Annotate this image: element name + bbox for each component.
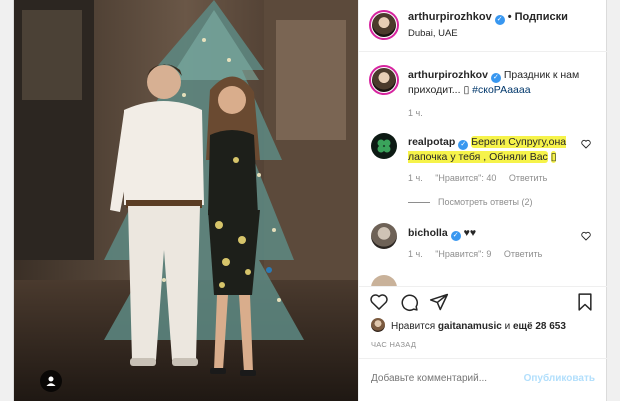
view-replies-button[interactable]: Посмотреть ответы (2) — [408, 197, 533, 207]
emoji-placeholder: ▯ — [463, 84, 470, 96]
comment-time[interactable]: 1 ч. — [408, 249, 423, 259]
author-username[interactable]: arthurpirozhkov — [408, 11, 492, 23]
tag-user-icon — [46, 376, 56, 386]
clover-logo-icon — [377, 139, 391, 153]
verified-icon: ✓ — [458, 140, 469, 150]
comment-username[interactable]: realpotap — [408, 136, 455, 148]
comment-meta: 1 ч. "Нравится": 40 Ответить — [408, 173, 557, 183]
caption-time[interactable]: 1 ч. — [408, 108, 423, 118]
comment-icon[interactable] — [399, 292, 419, 312]
comment-like-heart-icon[interactable] — [581, 231, 591, 241]
comment-avatar[interactable] — [371, 133, 397, 159]
post-side-panel: arthurpirozhkov ✓ • Подписки Dubai, UAE art… — [358, 0, 607, 401]
post-time[interactable]: ЧАС НАЗАД — [371, 340, 416, 349]
comments-list: arthurpirozhkov ✓ Праздник к нам приходит… — [359, 53, 607, 286]
comment-time[interactable]: 1 ч. — [408, 173, 423, 183]
likes-prefix: Нравится — [391, 321, 436, 332]
tag-user-button[interactable] — [40, 370, 62, 392]
verified-icon: ✓ — [494, 15, 505, 25]
caption-avatar[interactable] — [369, 65, 399, 95]
comment-likes[interactable]: "Нравится": 9 — [435, 249, 491, 259]
comment-like-heart-icon[interactable] — [581, 139, 591, 149]
likes-summary: Нравится gaitanamusic и ещё 28 653 — [371, 318, 566, 332]
replies-divider — [408, 202, 430, 204]
comment-username[interactable]: bicholla — [408, 227, 448, 239]
emoji-placeholder: ▯ — [550, 151, 557, 163]
reply-button[interactable]: Ответить — [509, 173, 547, 183]
likes-conj: и — [504, 321, 511, 332]
author-avatar[interactable] — [369, 10, 399, 40]
comment-input[interactable] — [371, 373, 521, 384]
bookmark-icon[interactable] — [575, 292, 595, 312]
separator-dot: • — [507, 11, 512, 23]
likes-count-button[interactable]: ещё 28 653 — [513, 321, 566, 332]
publish-button[interactable]: Опубликовать — [524, 373, 595, 384]
post-header: arthurpirozhkov ✓ • Подписки Dubai, UAE — [359, 0, 607, 52]
comment-text: realpotap ✓ Береги Супругу,она лапочка у … — [408, 135, 584, 164]
liker-avatar[interactable] — [371, 318, 385, 332]
right-margin — [606, 0, 620, 401]
comment-text: bicholla ✓ ♥♥ — [408, 226, 584, 241]
verified-icon: ✓ — [450, 231, 461, 241]
left-margin — [0, 0, 14, 401]
comment-meta: 1 ч. "Нравится": 9 Ответить — [408, 249, 552, 259]
author-line: arthurpirozhkov ✓ • Подписки — [408, 11, 568, 25]
heart-icon[interactable] — [369, 292, 389, 312]
post-actions-bar — [359, 286, 607, 316]
comment-avatar[interactable] — [371, 223, 397, 249]
post-photo[interactable] — [14, 0, 358, 401]
verified-icon: ✓ — [490, 73, 501, 83]
following-button[interactable]: Подписки — [515, 11, 568, 23]
caption-username[interactable]: arthurpirozhkov — [408, 69, 488, 81]
instagram-post-window: arthurpirozhkov ✓ • Подписки Dubai, UAE art… — [0, 0, 620, 401]
post-location[interactable]: Dubai, UAE — [408, 28, 458, 39]
caption-hashtag[interactable]: #скоРАаааа — [472, 84, 530, 96]
caption-text: arthurpirozhkov ✓ Праздник к нам приходит… — [408, 68, 584, 97]
liker-username[interactable]: gaitanamusic — [438, 321, 502, 332]
caption-meta: 1 ч. — [408, 108, 433, 118]
view-replies-label: Посмотреть ответы (2) — [438, 197, 533, 207]
comment-avatar[interactable] — [371, 275, 397, 286]
photo-illustration — [14, 0, 358, 401]
comment-body: ♥♥ — [463, 227, 477, 239]
reply-button[interactable]: Ответить — [504, 249, 542, 259]
comment-likes[interactable]: "Нравится": 40 — [435, 173, 496, 183]
add-comment-section: Опубликовать — [359, 358, 607, 401]
share-icon[interactable] — [429, 292, 449, 312]
